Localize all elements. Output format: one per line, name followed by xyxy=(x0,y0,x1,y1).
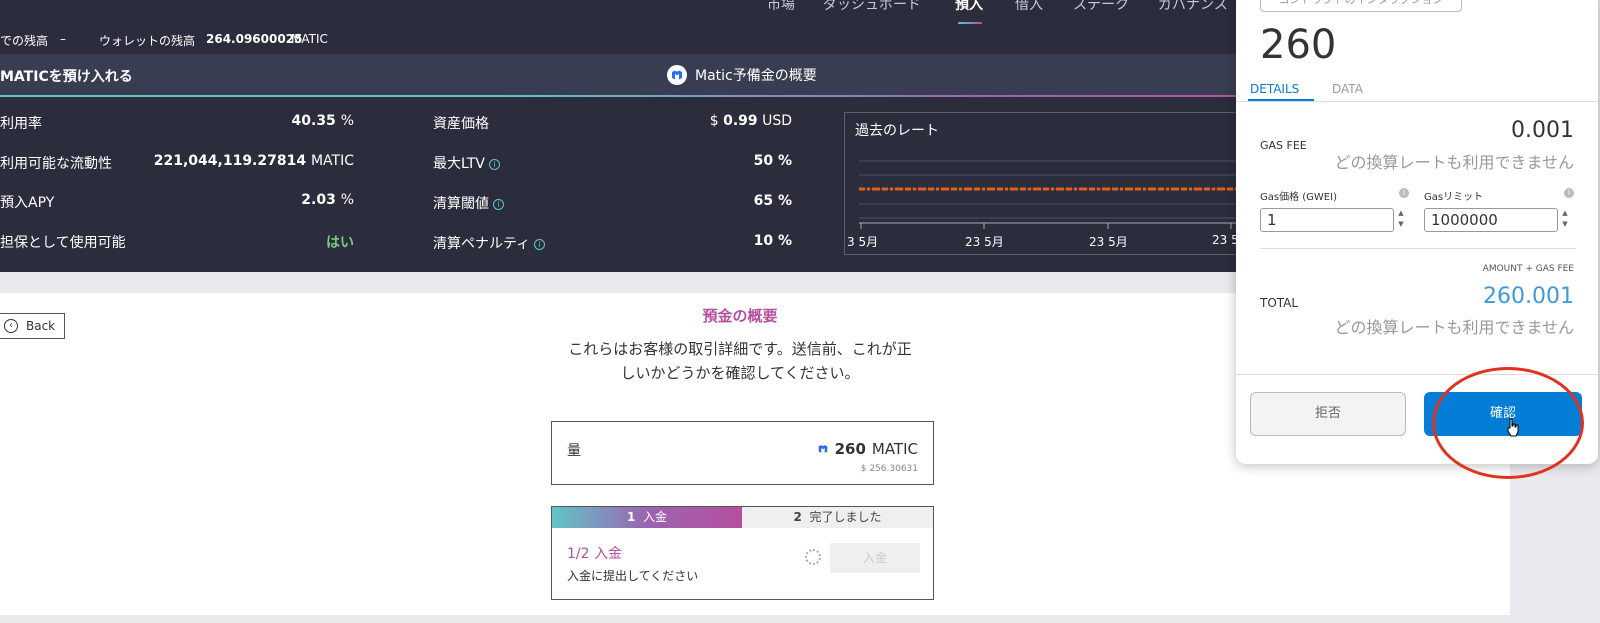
deposit-title: MATICを預け入れる xyxy=(0,69,133,85)
liquidation-threshold-label: 清算閾値 i xyxy=(433,193,504,213)
nav-governance[interactable]: ガバナンス xyxy=(1158,0,1228,14)
gas-price-stepper[interactable]: ▲ ▼ xyxy=(1394,208,1408,232)
nav-deposit[interactable]: 預入 xyxy=(955,0,983,14)
hand-cursor-icon xyxy=(1507,418,1519,437)
total-label: TOTAL xyxy=(1260,296,1299,310)
info-icon[interactable]: i xyxy=(489,158,501,170)
rate-chart-plot xyxy=(859,160,1241,229)
nav-borrow[interactable]: 借入 xyxy=(1015,0,1043,14)
deposit-button[interactable]: 入金 xyxy=(830,543,920,573)
gas-price-label: Gas価格 (GWEI) xyxy=(1260,192,1337,203)
tab-details[interactable]: DETAILS xyxy=(1250,82,1299,96)
asset-price-label: 資産価格 xyxy=(433,116,489,132)
utilization-value: 40.35 % xyxy=(291,113,354,129)
balance-bar: での残高 – ウォレットの残高 264.09600025 MATIC xyxy=(0,24,1240,54)
gas-limit-stepper[interactable]: ▲ ▼ xyxy=(1558,208,1572,232)
protocol-balance-label: での残高 xyxy=(0,34,49,48)
summary-title: 預金の概要 xyxy=(702,307,778,325)
wallet-balance-label: ウォレットの残高 xyxy=(99,34,196,48)
tab-data[interactable]: DATA xyxy=(1332,82,1363,96)
wallet-tabs: DETAILS DATA xyxy=(1236,72,1598,102)
step-title: 1/2 入金 xyxy=(567,546,622,562)
matic-icon xyxy=(818,445,827,453)
wallet-balance-unit: MATIC xyxy=(291,32,328,46)
gas-fee-rate-note: どの換算レートも利用できません xyxy=(1334,153,1574,172)
nav-stake[interactable]: ステーク xyxy=(1073,0,1129,14)
utilization-label: 利用率 xyxy=(0,116,42,132)
protocol-balance-value: – xyxy=(60,32,66,46)
apy-label: 預入APY xyxy=(0,195,55,211)
step-deposit: 1 入金 xyxy=(552,507,742,528)
total-value: 260.001 xyxy=(1483,284,1574,309)
liquidation-penalty-value: 10 % xyxy=(753,233,792,249)
tx-amount: 260 xyxy=(1260,22,1337,68)
gas-limit-label: Gasリミット xyxy=(1424,192,1484,203)
max-ltv-value: 50 % xyxy=(753,153,792,169)
asset-price-value: $ 0.99 USD xyxy=(709,113,792,129)
nav-dashboard[interactable]: ダッシュボード xyxy=(823,0,921,14)
amount-box: 量 260 MATIC $ 256.30631 xyxy=(551,421,934,485)
reserve-header: MATICを預け入れる Matic予備金の概要 xyxy=(0,54,1240,96)
info-icon[interactable]: i xyxy=(534,238,546,250)
active-tab-indicator xyxy=(1248,99,1314,101)
info-icon[interactable]: i xyxy=(1564,188,1574,198)
back-label: Back xyxy=(26,319,56,333)
total-rate-note: どの換算レートも利用できません xyxy=(1334,318,1574,337)
collateral-label: 担保として使用可能 xyxy=(0,235,126,251)
deposit-steps: 1 入金 2 完了しました 1/2 入金 入金に提出してください 入金 xyxy=(551,506,934,600)
wallet-balance-value: 264.09600025 xyxy=(206,32,303,46)
liquidity-label: 利用可能な流動性 xyxy=(0,156,112,172)
reject-button[interactable]: 拒否 xyxy=(1250,392,1406,436)
reserve-stats: 利用率 40.35 % 利用可能な流動性 221,044,119.27814 M… xyxy=(0,97,1241,272)
rate-tick-label: 23 5月 xyxy=(1089,235,1128,249)
reserve-overview-title: Matic予備金の概要 xyxy=(667,65,817,85)
liquidation-threshold-value: 65 % xyxy=(753,193,792,209)
rate-tick-label: 23 5月 xyxy=(965,235,1004,249)
nav-markets[interactable]: 市場 xyxy=(767,0,795,14)
gas-fee-label: GAS FEE xyxy=(1260,139,1307,152)
loading-spinner-icon xyxy=(805,549,821,565)
rate-tick-label: 23 5 xyxy=(1212,233,1239,247)
max-ltv-label: 最大LTV i xyxy=(433,153,501,173)
liquidation-penalty-label: 清算ペナルティ i xyxy=(433,233,546,253)
gas-fee-value: 0.001 xyxy=(1511,118,1574,143)
collateral-value: はい xyxy=(326,235,354,251)
amount-value: 260 MATIC xyxy=(817,440,918,458)
rate-tick-label: 3 5月 xyxy=(847,235,879,249)
liquidity-value: 221,044,119.27814 MATIC xyxy=(153,153,354,169)
top-nav: 市場 ダッシュボード 預入 借入 ステーク ガバナンス xyxy=(0,0,1240,25)
contract-interaction-tag: コントラクトのインタラクション xyxy=(1260,0,1462,12)
gas-price-input[interactable]: 1 xyxy=(1260,208,1394,232)
amount-label: 量 xyxy=(567,443,581,459)
back-button[interactable]: ‹ Back xyxy=(0,313,65,339)
step-subtitle: 入金に提出してください xyxy=(567,569,699,583)
historical-rate-chart: 過去のレート 3 5月 23 5月 23 5月 23 5 xyxy=(844,112,1241,255)
chevron-left-icon: ‹ xyxy=(4,319,18,333)
apy-value: 2.03 % xyxy=(301,192,354,208)
summary-description: これらはお客様の取引詳細です。送信前、これが正 しいかどうかを確認してください。 xyxy=(568,340,912,382)
info-icon[interactable]: i xyxy=(493,198,504,210)
divider xyxy=(1260,248,1576,249)
info-icon[interactable]: i xyxy=(1399,188,1409,198)
step-complete: 2 完了しました xyxy=(742,507,933,528)
matic-logo-icon xyxy=(667,65,687,85)
reserve-overview-label: Matic予備金の概要 xyxy=(695,68,817,84)
amount-usd: $ 256.30631 xyxy=(860,464,918,474)
gas-limit-input[interactable]: 1000000 xyxy=(1424,208,1558,232)
amount-gas-label: AMOUNT + GAS FEE xyxy=(1482,264,1574,274)
